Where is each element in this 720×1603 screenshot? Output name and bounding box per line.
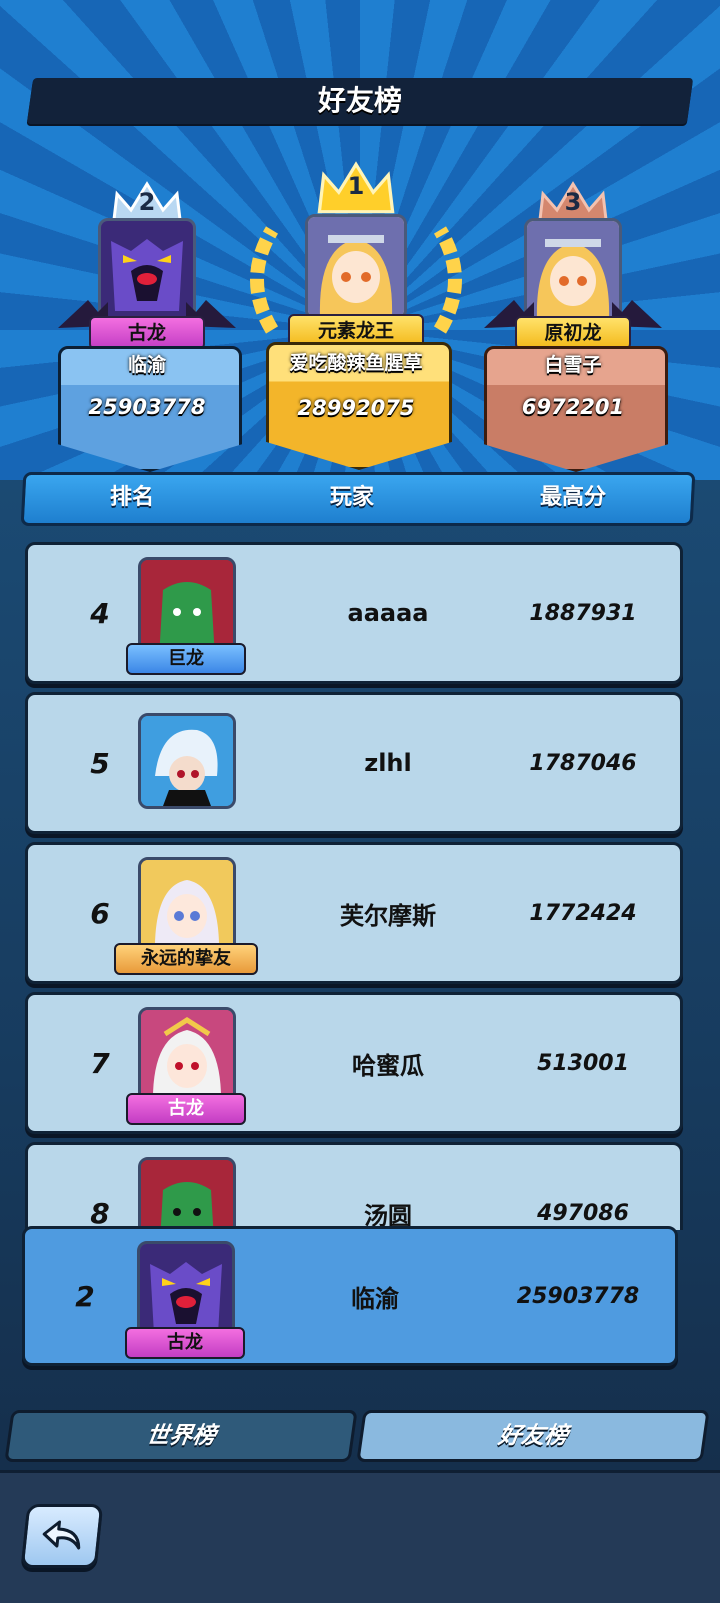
table-row[interactable]: 7 古龙 哈蜜瓜 513001: [25, 992, 683, 1134]
podium-score: 25903778: [88, 395, 206, 419]
row-rank: 2: [75, 1279, 95, 1313]
row-score: 513001: [537, 1050, 629, 1076]
column-header-rank: 排名: [110, 485, 155, 510]
podium-badge: 原初龙: [515, 316, 631, 350]
podium-player-name: 爱吃酸辣鱼腥草: [289, 352, 423, 374]
leaderboard-list[interactable]: 4 巨龙 aaaaa 1887931 5 zlhl 1787046 6 永远的挚…: [0, 540, 720, 1230]
row-player-name: 芙尔摩斯: [340, 901, 436, 930]
row-rank: 5: [90, 746, 110, 780]
podium-rank-number: 2: [138, 188, 156, 216]
column-header-player: 玩家: [330, 485, 375, 510]
column-header-score: 最高分: [540, 485, 607, 510]
podium-second[interactable]: 2 古龙 临渝 25903778: [58, 180, 242, 472]
tab-friends[interactable]: 好友榜: [356, 1410, 710, 1462]
row-badge: 永远的挚友: [114, 943, 258, 975]
row-badge: 古龙: [126, 1093, 246, 1125]
row-score: 25903778: [516, 1283, 640, 1309]
podium-score: 28992075: [297, 396, 415, 420]
row-rank: 4: [90, 596, 110, 630]
row-badge: 古龙: [125, 1327, 245, 1359]
podium-third[interactable]: 3 原初龙 白雪子 6972201: [484, 180, 668, 472]
podium-first[interactable]: 1 元素龙王 爱吃酸辣鱼腥草 28992075: [250, 160, 462, 470]
row-badge: 巨龙: [126, 643, 246, 675]
table-row[interactable]: 4 巨龙 aaaaa 1887931: [25, 542, 683, 684]
podium-score: 6972201: [521, 395, 625, 419]
row-player-name: 哈蜜瓜: [352, 1051, 424, 1080]
row-score: 1787046: [529, 750, 637, 776]
podium-player-name: 临渝: [127, 354, 166, 376]
table-row[interactable]: 8 汤圆 497086: [25, 1142, 683, 1230]
page-title: 好友榜: [317, 84, 402, 117]
row-score: 1772424: [529, 900, 637, 926]
podium-player-name: 白雪子: [544, 354, 602, 376]
self-rank-row[interactable]: 2 古龙 临渝 25903778: [22, 1226, 678, 1366]
row-player-name: zlhl: [364, 749, 412, 777]
table-row[interactable]: 5 zlhl 1787046: [25, 692, 683, 834]
podium-badge: 古龙: [89, 316, 205, 350]
avatar: [138, 713, 236, 809]
row-score: 497086: [537, 1200, 629, 1226]
bottom-bar: [0, 1470, 720, 1603]
row-player-name: aaaaa: [347, 599, 429, 627]
row-rank: 7: [90, 1046, 110, 1080]
row-player-name: 临渝: [351, 1284, 399, 1313]
podium-rank-number: 3: [564, 188, 582, 216]
row-rank: 8: [90, 1196, 110, 1230]
table-row[interactable]: 6 永远的挚友 芙尔摩斯 1772424: [25, 842, 683, 984]
row-score: 1887931: [529, 600, 637, 626]
avatar: [138, 1157, 236, 1230]
row-player-name: 汤圆: [364, 1201, 412, 1230]
podium-rank-number: 1: [347, 172, 365, 200]
back-arrow-icon: [42, 1520, 81, 1550]
tab-world[interactable]: 世界榜: [4, 1410, 358, 1462]
avatar: [305, 214, 407, 320]
back-button[interactable]: [20, 1504, 104, 1568]
